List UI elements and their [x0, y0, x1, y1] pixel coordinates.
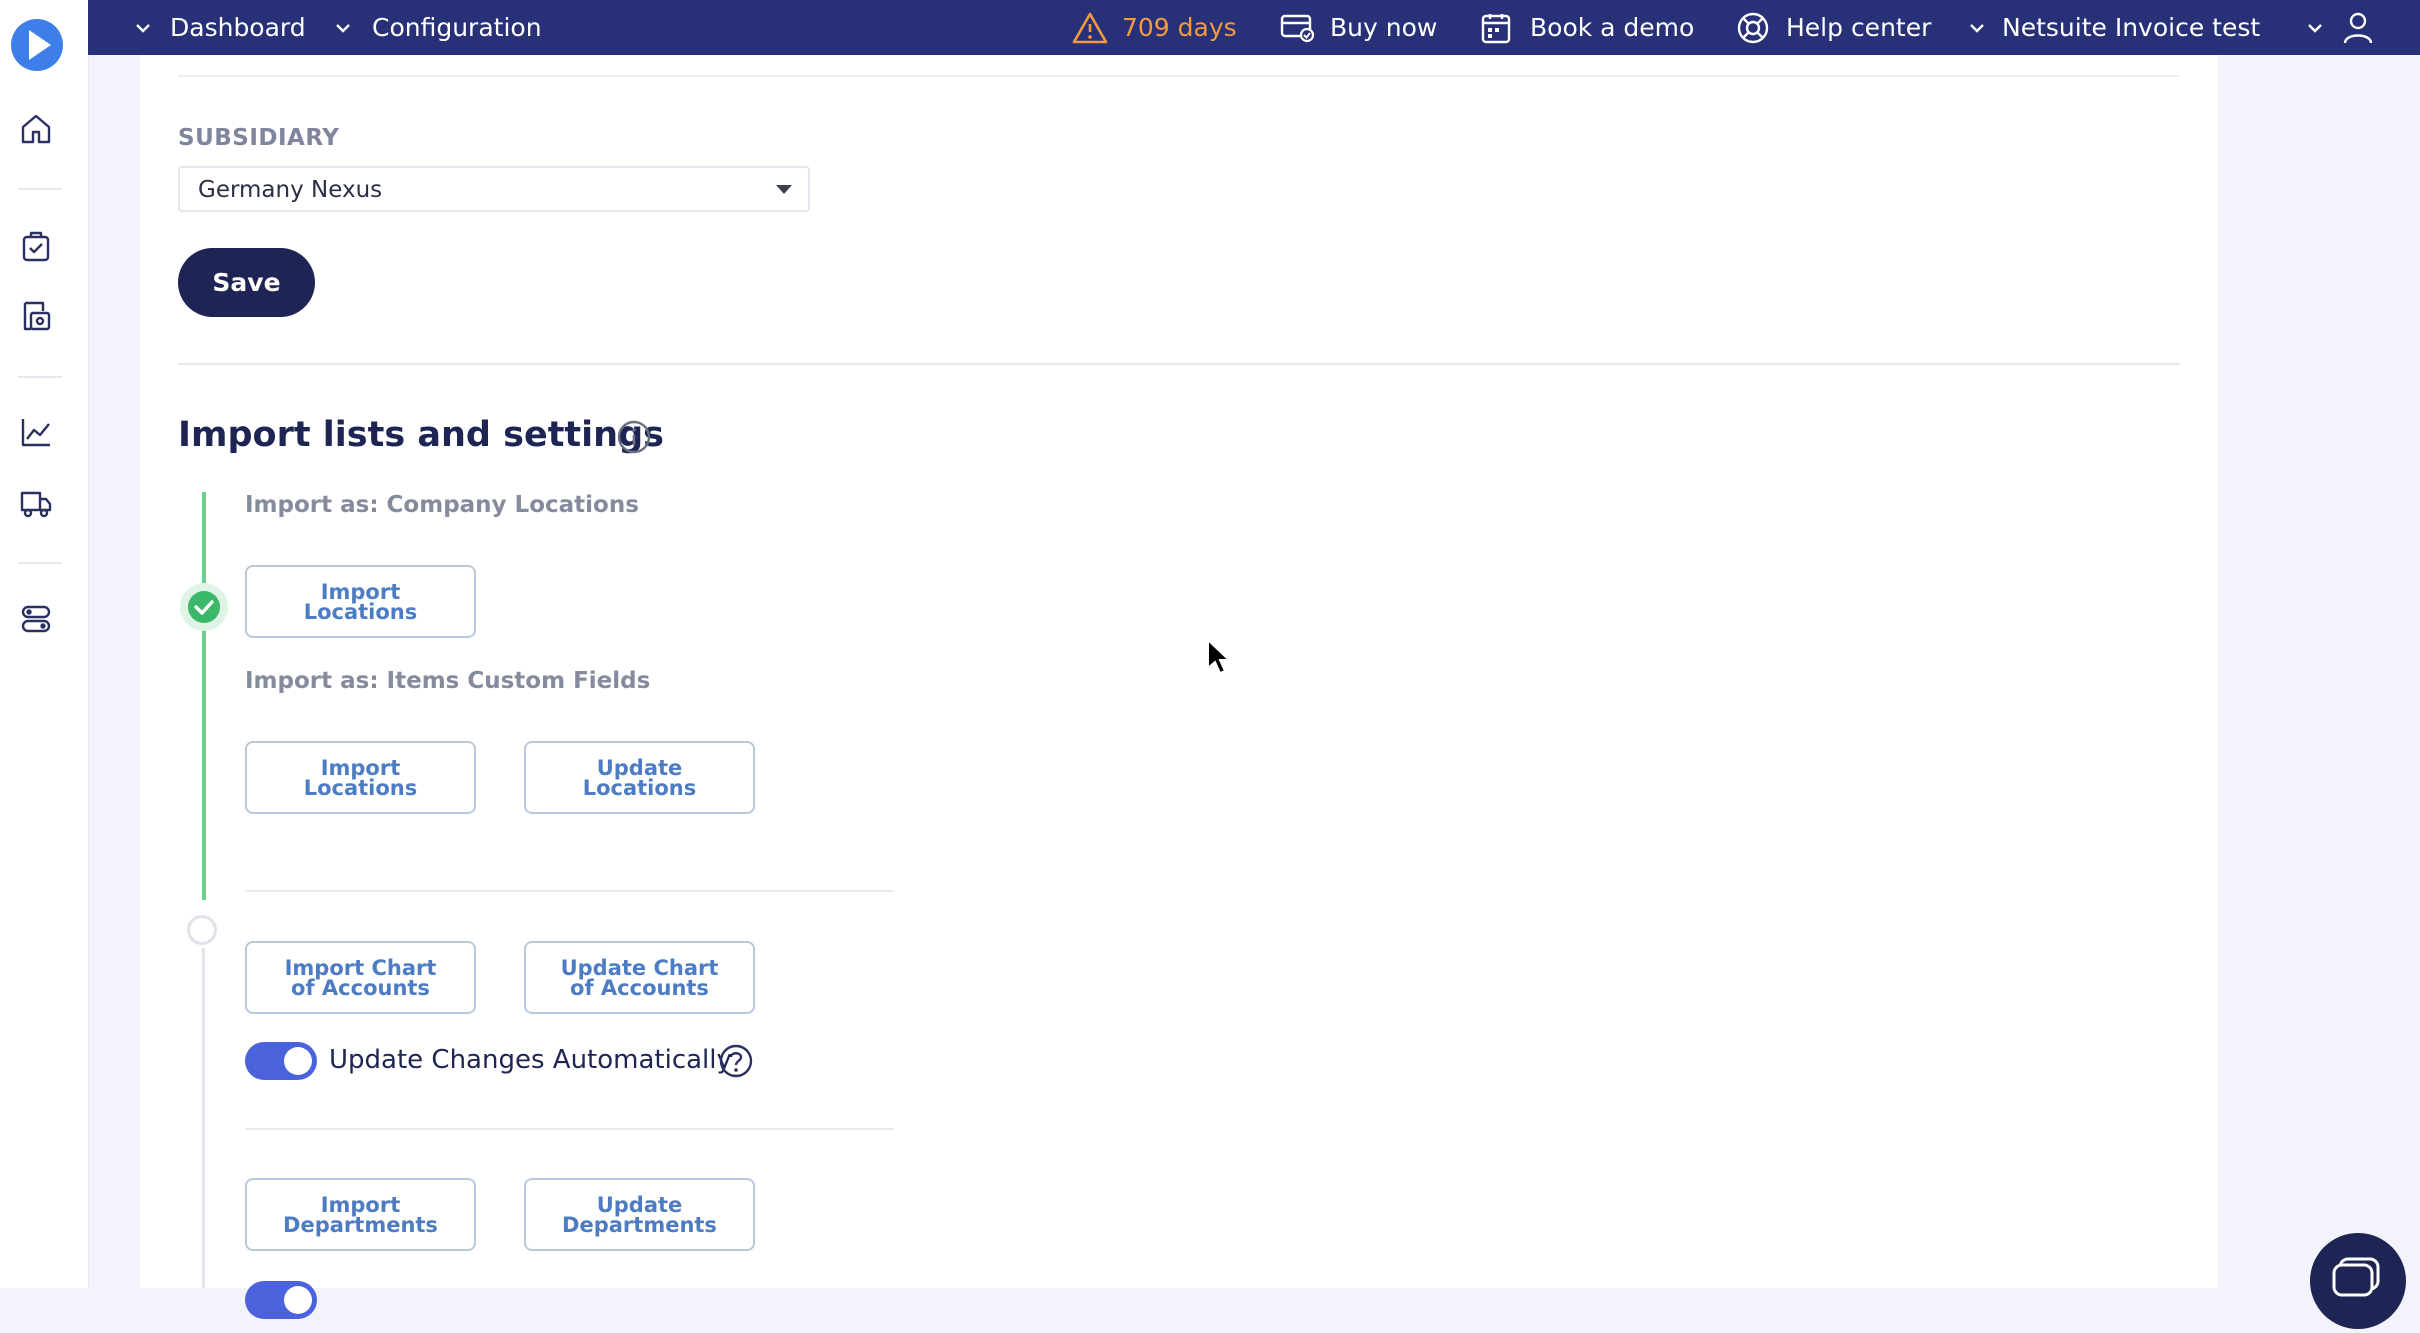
update-chart-of-accounts-button[interactable]: Update Chart of Accounts: [524, 941, 755, 1014]
user-icon: [2343, 12, 2373, 43]
warning-icon: [1072, 12, 1108, 43]
import-departments-button[interactable]: Import Departments: [245, 1178, 476, 1251]
save-button[interactable]: Save: [178, 248, 315, 317]
import-locations-button[interactable]: Import Locations: [245, 741, 476, 814]
step-pending-circle: [187, 915, 217, 945]
subsidiary-value: Germany Nexus: [198, 177, 383, 203]
departments-auto-update-toggle[interactable]: [245, 1281, 317, 1319]
chevron-down-icon: [136, 23, 150, 33]
subsidiary-select[interactable]: Germany Nexus: [178, 166, 810, 212]
home-icon[interactable]: [19, 112, 53, 146]
section-title: Import lists and settings: [178, 415, 664, 455]
auto-update-label: Update Changes Automatically: [329, 1045, 732, 1075]
calendar-icon: [1481, 13, 1511, 43]
import-group-label: Import as: Items Custom Fields: [245, 668, 651, 694]
clipboard-check-icon[interactable]: [19, 229, 53, 263]
invoice-icon[interactable]: [19, 299, 53, 333]
sidebar-divider: [18, 562, 62, 564]
truck-icon[interactable]: [19, 486, 53, 520]
account-name: Netsuite Invoice test: [2002, 13, 2261, 42]
toggle-knob: [284, 1286, 312, 1314]
chevron-down-icon: [2308, 23, 2322, 33]
top-bar: Dashboard Configuration 709 days Buy now…: [88, 0, 2420, 55]
chat-launcher-button[interactable]: [2310, 1233, 2406, 1329]
book-demo-label: Book a demo: [1530, 13, 1695, 42]
app-logo-icon[interactable]: [10, 18, 64, 72]
update-locations-button[interactable]: Update Locations: [524, 741, 755, 814]
nav-configuration[interactable]: Configuration: [334, 0, 542, 55]
import-chart-of-accounts-button[interactable]: Import Chart of Accounts: [245, 941, 476, 1014]
divider: [178, 75, 2180, 77]
nav-dashboard[interactable]: Dashboard: [134, 0, 306, 55]
analytics-chart-icon[interactable]: [19, 415, 53, 449]
user-menu[interactable]: [2306, 0, 2374, 55]
group-divider: [245, 1128, 893, 1130]
sidebar-divider: [18, 188, 62, 190]
card-check-icon: [1280, 14, 1315, 42]
group-divider: [245, 890, 893, 892]
timeline-progress-line: [202, 492, 206, 900]
trial-days-badge[interactable]: 709 days: [1072, 0, 1237, 55]
settings-card: SUBSIDIARY Germany Nexus Save Import lis…: [140, 55, 2218, 1319]
integrations-icon[interactable]: [19, 602, 53, 636]
nav-configuration-label: Configuration: [372, 13, 542, 42]
auto-update-toggle[interactable]: [245, 1042, 317, 1080]
info-icon[interactable]: [616, 419, 652, 455]
book-demo-link[interactable]: Book a demo: [1480, 0, 1694, 55]
subsidiary-label: SUBSIDIARY: [178, 125, 340, 151]
section-divider: [178, 363, 2180, 365]
toggle-knob: [284, 1047, 312, 1075]
help-center-link[interactable]: Help center: [1736, 0, 1931, 55]
import-group-label: Import as: Company Locations: [245, 492, 639, 518]
import-locations-button[interactable]: Import Locations: [245, 565, 476, 638]
account-switcher[interactable]: Netsuite Invoice test: [1968, 0, 2260, 55]
step-complete-check-icon: [180, 583, 228, 631]
chevron-down-icon: [1970, 23, 1984, 33]
caret-down-icon: [776, 185, 792, 194]
left-sidebar: [0, 0, 89, 1288]
chevron-down-icon: [336, 23, 350, 33]
sidebar-divider: [18, 376, 62, 378]
mouse-cursor-icon: [1207, 638, 1232, 675]
buy-now-link[interactable]: Buy now: [1280, 0, 1437, 55]
timeline-pending-line: [202, 948, 205, 1288]
chat-icon: [2332, 1257, 2380, 1297]
trial-days-label: 709 days: [1122, 13, 1237, 42]
help-center-label: Help center: [1786, 13, 1932, 42]
nav-dashboard-label: Dashboard: [170, 13, 306, 42]
buy-now-label: Buy now: [1330, 13, 1438, 42]
help-question-icon[interactable]: [718, 1043, 754, 1079]
lifebuoy-icon: [1737, 12, 1769, 43]
update-departments-button[interactable]: Update Departments: [524, 1178, 755, 1251]
